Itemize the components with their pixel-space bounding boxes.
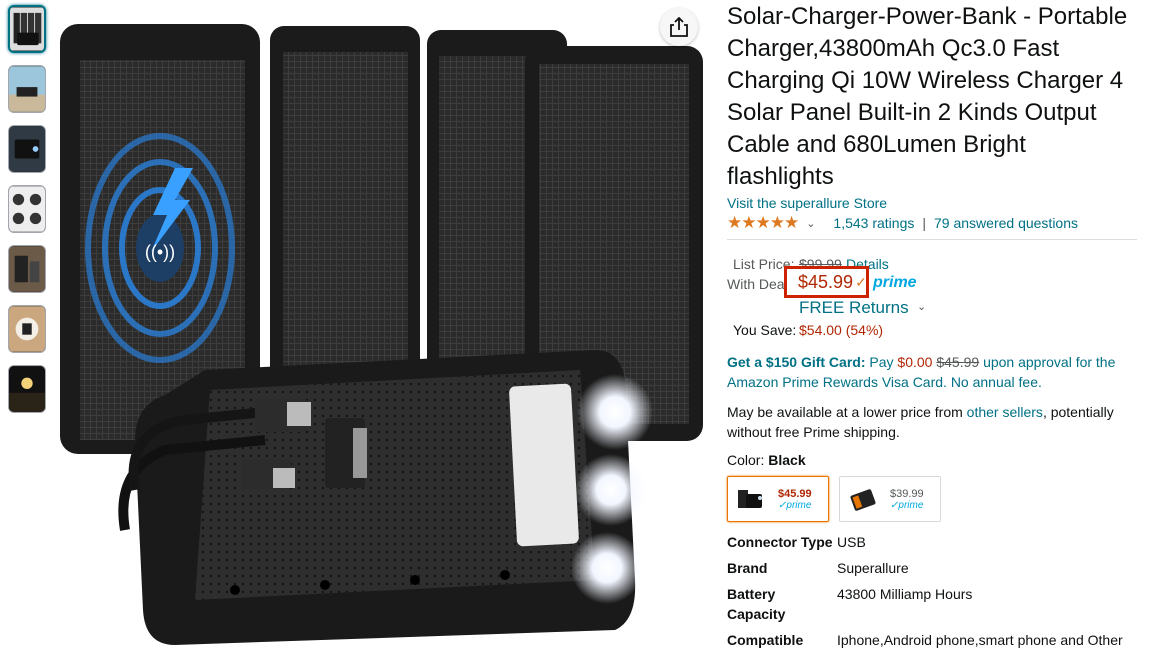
spec-row: Connector Type USB (727, 532, 1137, 552)
availability-pre: May be available at a lower price from (727, 404, 963, 420)
rating-row: ★★★★★ ⌄ 1,543 ratings | 79 answered ques… (727, 213, 1137, 240)
chevron-down-icon[interactable]: ⌄ (806, 217, 815, 230)
spec-value: 43800 Milliamp Hours (837, 586, 973, 602)
power-bank-illustration: ((•)) (60, 24, 703, 645)
deal-price-highlight: $45.99 ✓ (784, 266, 869, 298)
prime-check-icon: ✓ (855, 273, 867, 290)
spec-key: Brand (727, 560, 768, 576)
color-selector: Color: Black $45.99 ✓prime $39.99 ✓prime (727, 452, 1137, 522)
chevron-down-icon[interactable]: ⌄ (917, 300, 926, 313)
product-title: Solar-Charger-Power-Bank - Portable Char… (727, 3, 1128, 190)
main-product-image[interactable]: ((•)) (55, 20, 715, 650)
share-icon (670, 17, 688, 37)
with-deal-label: With Deal: (727, 276, 792, 292)
spec-key: Battery Capacity (727, 586, 786, 622)
you-save-label: You Save: (733, 322, 797, 338)
gift-card-link[interactable]: Get a $150 Gift Card: (727, 354, 866, 370)
other-sellers-link[interactable]: other sellers (967, 404, 1043, 420)
prime-badge: prime (873, 274, 917, 291)
spec-key: Connector Type (727, 534, 833, 550)
thumbnail-2[interactable] (8, 65, 46, 113)
availability-note: May be available at a lower price from o… (727, 402, 1137, 442)
store-link[interactable]: Visit the superallure Store (727, 195, 1137, 211)
product-info: Solar-Charger-Power-Bank - Portable Char… (727, 0, 1137, 656)
share-button[interactable] (660, 8, 698, 46)
free-returns-link[interactable]: FREE Returns (799, 298, 909, 318)
spec-key: Compatible (727, 632, 804, 648)
product-specs: Connector Type USB Brand Superallure Bat… (727, 532, 1137, 650)
color-swatches: $45.99 ✓prime $39.99 ✓prime (727, 476, 1137, 522)
color-option-price: $45.99 (778, 487, 812, 500)
color-value: Black (768, 452, 806, 468)
product-thumbnail-icon (850, 489, 876, 511)
color-option-price: $39.99 (890, 487, 924, 500)
spec-row: Brand Superallure (727, 558, 1137, 578)
spec-row: Battery Capacity 43800 Milliamp Hours (727, 584, 1137, 624)
color-option-orange[interactable]: $39.99 ✓prime (839, 476, 941, 522)
price-block: List Price: $99.99 Details With Deal: pr… (727, 250, 1137, 340)
thumbnail-6[interactable] (8, 305, 46, 353)
spec-row: Compatible Iphone,Android phone,smart ph… (727, 630, 1137, 650)
thumbnail-strip (8, 5, 48, 425)
deal-price: $45.99 (798, 271, 854, 292)
gift-pay-amount: $0.00 (897, 354, 933, 370)
separator: | (922, 215, 927, 231)
product-thumbnail-icon (738, 490, 762, 508)
prime-badge: ✓prime (890, 499, 924, 511)
ratings-count-link[interactable]: 1,543 ratings (833, 215, 914, 231)
answered-questions-link[interactable]: 79 answered questions (934, 215, 1078, 231)
spec-value: Iphone,Android phone,smart phone and Oth… (837, 632, 1123, 648)
thumbnail-4[interactable] (8, 185, 46, 233)
spec-value: Superallure (837, 560, 909, 576)
color-label: Color: (727, 452, 765, 468)
svg-text:((•)): ((•)) (145, 242, 175, 262)
color-option-black[interactable]: $45.99 ✓prime (727, 476, 829, 522)
thumbnail-1[interactable] (8, 5, 46, 53)
gift-pay-label: Pay (869, 354, 894, 370)
thumbnail-7[interactable] (8, 365, 46, 413)
gift-card-offer: Get a $150 Gift Card: Pay $0.00 $45.99 u… (727, 352, 1137, 392)
gift-old-amount: $45.99 (936, 354, 980, 370)
thumbnail-5[interactable] (8, 245, 46, 293)
you-save-value: $54.00 (54%) (799, 322, 884, 338)
thumbnail-3[interactable] (8, 125, 46, 173)
spec-value: USB (837, 534, 866, 550)
prime-badge: ✓prime (778, 499, 812, 511)
star-rating-icon[interactable]: ★★★★★ (727, 213, 799, 233)
